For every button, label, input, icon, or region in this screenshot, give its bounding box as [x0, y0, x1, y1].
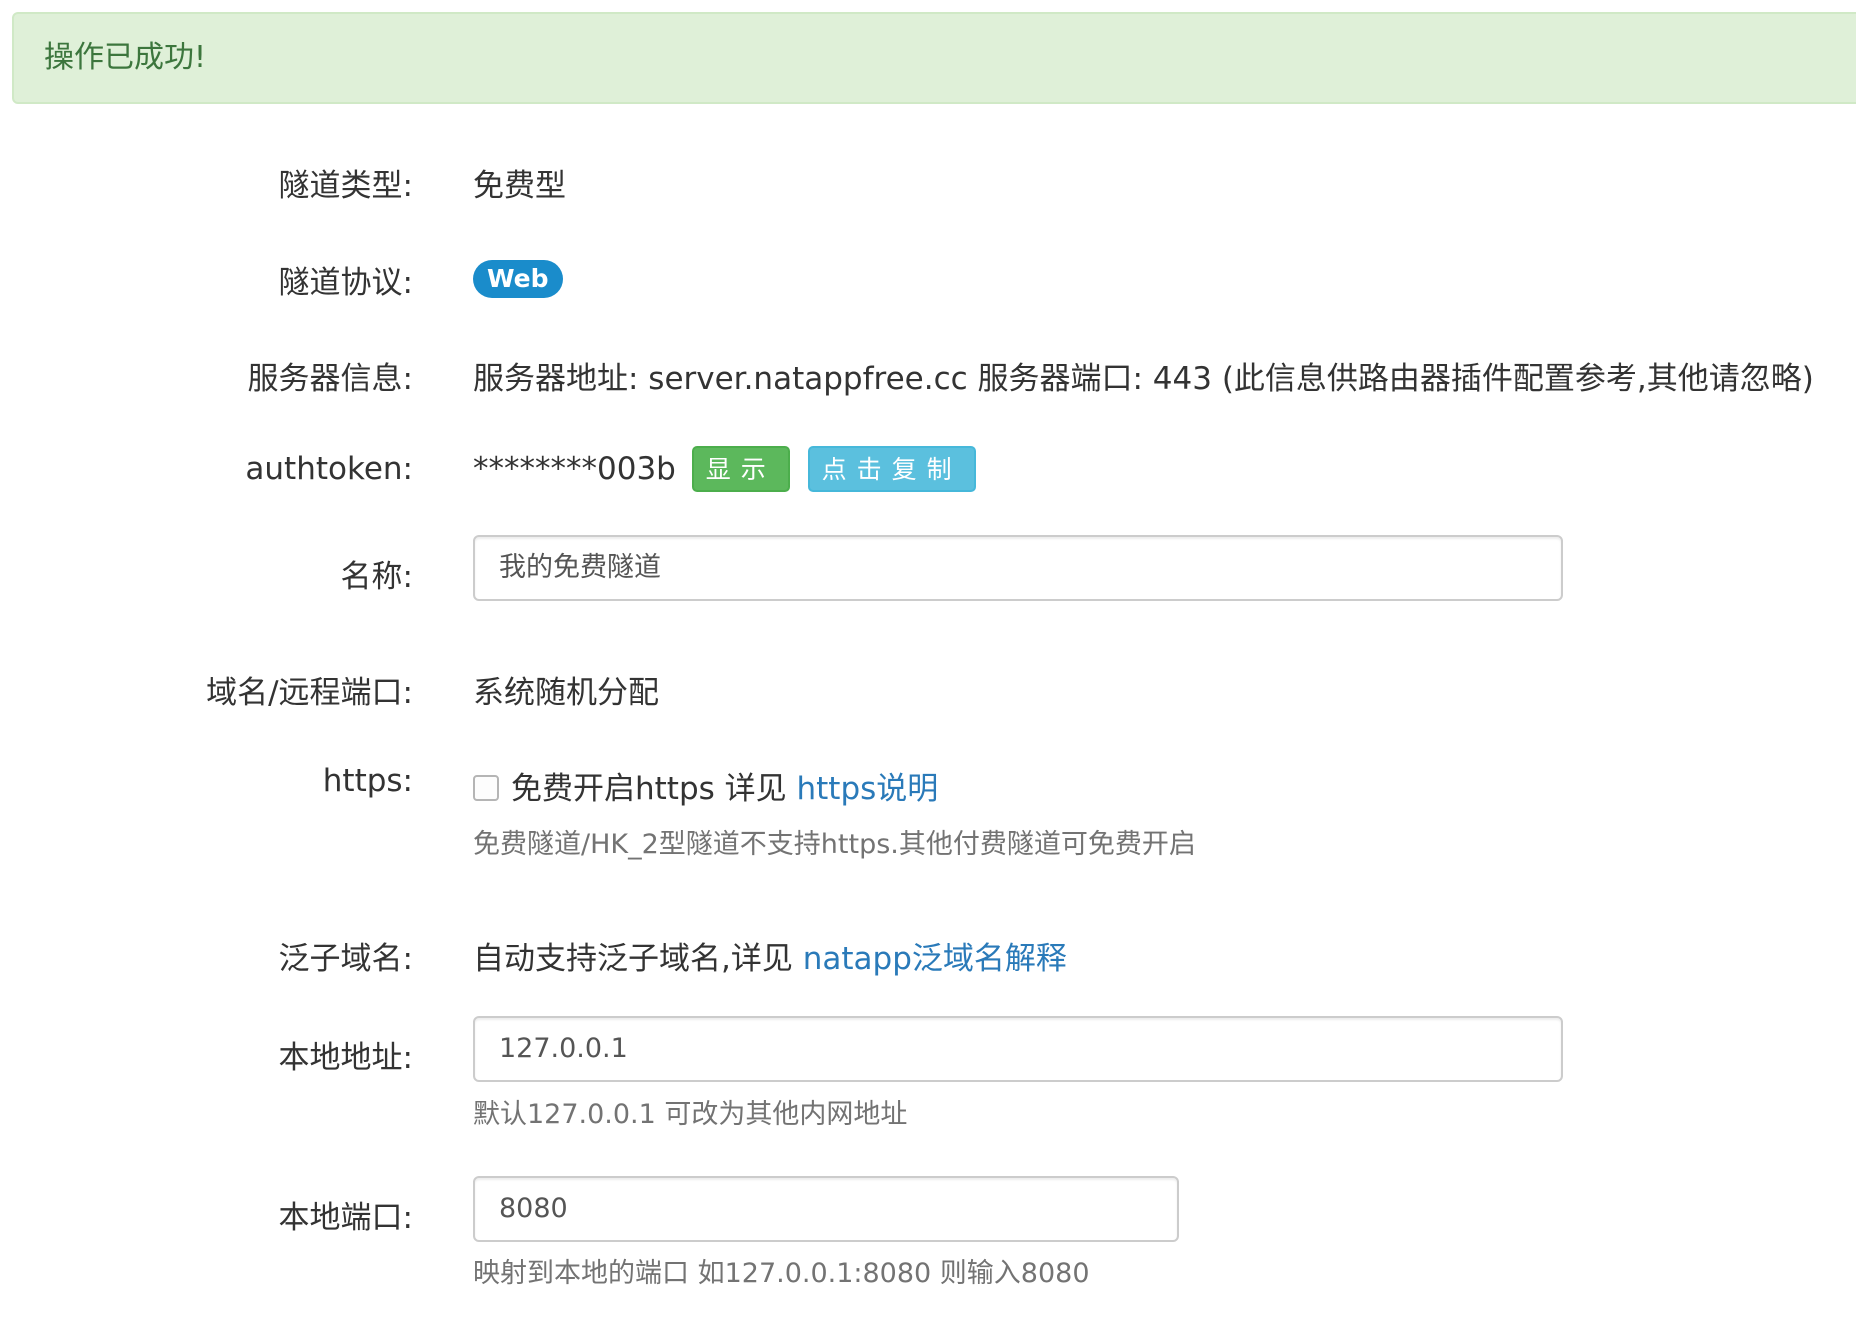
- local-address-input[interactable]: 127.0.0.1: [473, 1016, 1563, 1082]
- authtoken-value-group: ********003b 显示 点击复制: [473, 446, 976, 492]
- wildcard-domain-label: 泛子域名:: [278, 941, 413, 977]
- tunnel-type-value: 免费型: [473, 168, 566, 204]
- https-checkbox[interactable]: [473, 774, 499, 801]
- local-address-help: 默认127.0.0.1 可改为其他内网地址: [473, 1099, 908, 1130]
- authtoken-masked-value: ********003b: [473, 451, 676, 487]
- https-label: https:: [322, 763, 413, 799]
- success-alert: 操作已成功!: [12, 12, 1856, 104]
- local-port-help: 映射到本地的端口 如127.0.0.1:8080 则输入8080: [473, 1258, 1090, 1289]
- local-port-label: 本地端口:: [278, 1200, 413, 1236]
- wildcard-domain-text: 自动支持泛子域名,详见: [473, 941, 793, 977]
- server-info-label: 服务器信息:: [247, 361, 413, 397]
- name-label: 名称:: [340, 559, 413, 595]
- success-alert-message: 操作已成功!: [44, 40, 207, 75]
- name-input[interactable]: 我的免费隧道: [473, 535, 1563, 601]
- https-value: 免费开启https 详见 https说明: [473, 763, 938, 808]
- protocol-badge: Web: [473, 260, 563, 298]
- https-help-text: 免费隧道/HK_2型隧道不支持https.其他付费隧道可免费开启: [473, 829, 1196, 860]
- domain-port-value: 系统随机分配: [473, 675, 659, 711]
- tunnel-protocol-value: Web: [473, 259, 563, 298]
- local-address-label: 本地地址:: [278, 1040, 413, 1076]
- https-help-link[interactable]: https说明: [797, 771, 939, 807]
- copy-token-button[interactable]: 点击复制: [807, 446, 976, 492]
- server-info-value: 服务器地址: server.natappfree.cc 服务器端口: 443 (…: [473, 361, 1814, 397]
- tunnel-protocol-label: 隧道协议:: [278, 265, 413, 301]
- wildcard-domain-value: 自动支持泛子域名,详见 natapp泛域名解释: [473, 933, 1067, 978]
- show-token-button[interactable]: 显示: [691, 446, 790, 492]
- authtoken-label: authtoken:: [245, 451, 413, 487]
- wildcard-domain-link[interactable]: natapp泛域名解释: [803, 941, 1067, 977]
- domain-port-label: 域名/远程端口:: [206, 675, 413, 711]
- tunnel-type-label: 隧道类型:: [278, 168, 413, 204]
- tunnel-config-page: 操作已成功! 隧道类型: 免费型 隧道协议: Web 服务器信息: 服务器地址:…: [0, 0, 1856, 1344]
- https-checkbox-text: 免费开启https 详见: [511, 771, 787, 807]
- local-port-input[interactable]: 8080: [473, 1176, 1179, 1242]
